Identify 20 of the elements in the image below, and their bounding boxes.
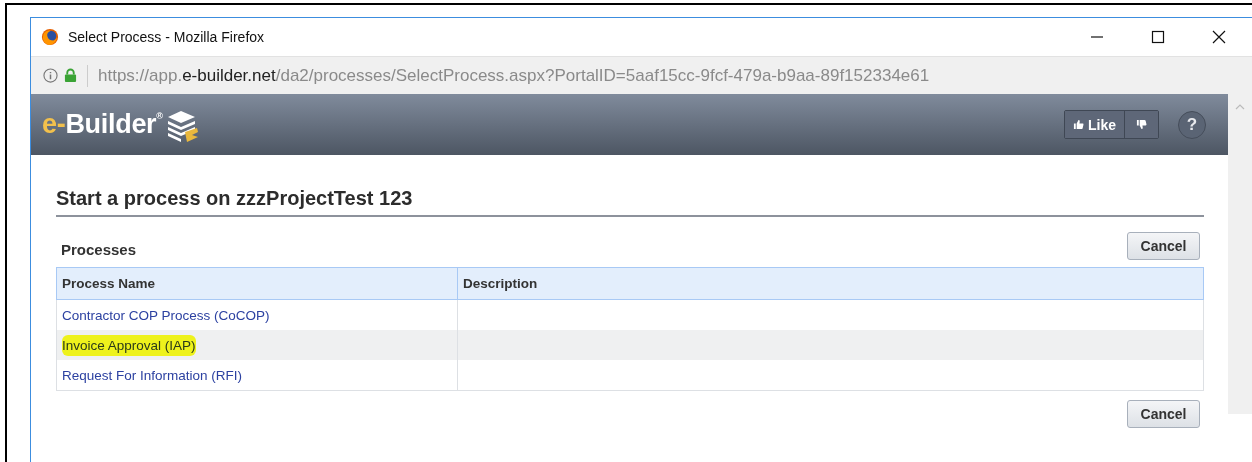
like-button[interactable]: Like	[1065, 111, 1125, 138]
page-heading: Start a process on zzzProjectTest 123	[56, 187, 1204, 217]
scrollbar[interactable]	[1228, 94, 1252, 414]
thumbs-down-icon	[1136, 119, 1147, 130]
info-icon[interactable]	[43, 68, 58, 83]
dislike-button[interactable]	[1125, 111, 1158, 138]
window-title: Select Process - Mozilla Firefox	[68, 29, 265, 45]
help-button[interactable]: ?	[1178, 110, 1206, 139]
cancel-button[interactable]: Cancel	[1127, 232, 1200, 260]
section-title: Processes	[61, 239, 137, 258]
thumbs-up-icon	[1073, 119, 1084, 130]
logo: e-Builder$^{®}$	[42, 109, 163, 140]
process-link[interactable]: Contractor COP Process (CoCOP)	[62, 307, 270, 323]
cancel-button[interactable]: Cancel	[1127, 400, 1200, 428]
column-header: Process Name	[56, 267, 458, 300]
browser-logo-icon	[41, 28, 59, 46]
column-header: Description	[457, 267, 1204, 300]
maximize-icon[interactable]	[1151, 30, 1165, 44]
close-icon[interactable]	[1212, 30, 1226, 44]
process-link[interactable]: Invoice Approval (IAP)	[62, 334, 196, 356]
